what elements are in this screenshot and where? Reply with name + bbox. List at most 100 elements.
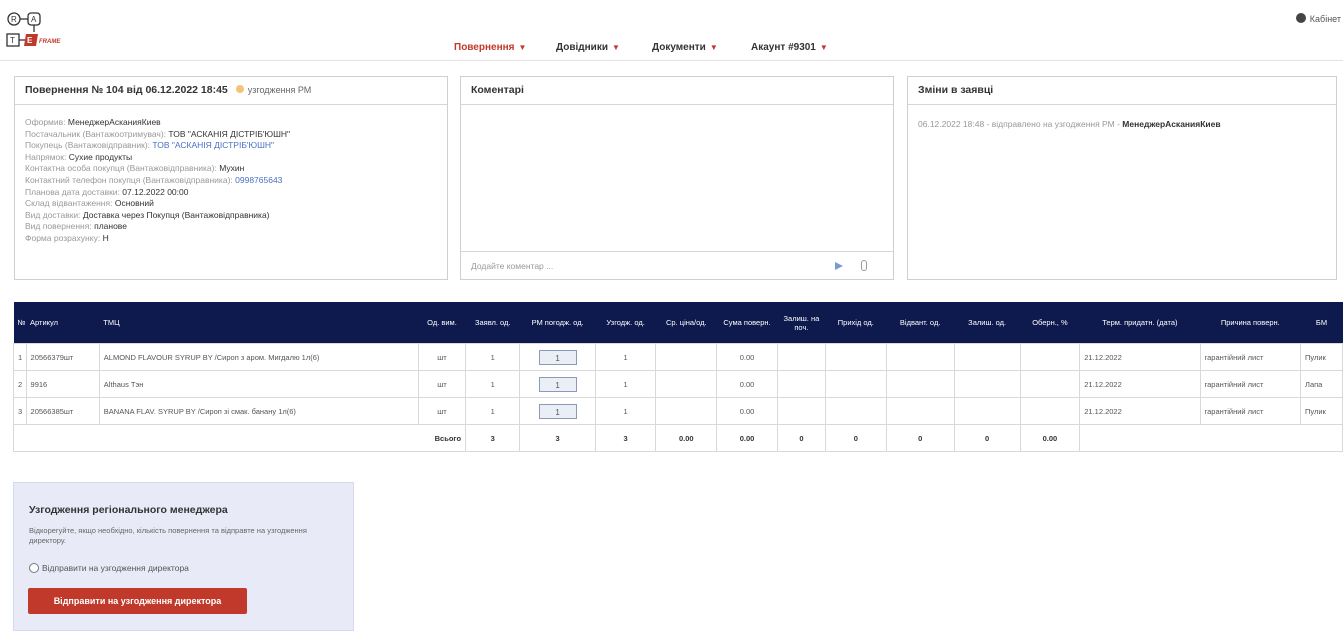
column-header: Од. вим. — [418, 302, 466, 344]
table-cell: шт — [417, 397, 467, 425]
comment-input[interactable]: Додайте коментар ... — [471, 261, 553, 271]
user-icon — [1295, 13, 1306, 23]
table-cell: 0 — [776, 424, 826, 452]
nav-documents[interactable]: Документи ▼ — [652, 42, 718, 53]
request-field: Оформив: МенеджерАсканияКиев — [25, 117, 437, 129]
send-to-director-radio[interactable]: Відправити на узгодження директора — [29, 563, 189, 573]
totals-row: Всього 3 3 3 0.00 0.00 0 0 0 0 0.00 — [12, 424, 1343, 452]
request-field: Контактний телефон покупця (Вантажовідпр… — [25, 175, 437, 187]
column-header: Причина поверн. — [1200, 302, 1301, 344]
field-value[interactable]: ТОВ "АСКАНІЯ ДІСТРІБ'ЮШН" — [152, 140, 274, 150]
table-cell: 0.00 — [655, 424, 718, 452]
table-cell: 1 — [465, 397, 521, 425]
svg-text:FRAME: FRAME — [39, 39, 61, 45]
table-cell: 1 — [465, 370, 521, 398]
column-header: Заявл. од. — [465, 302, 520, 344]
field-value[interactable]: 0998765643 — [235, 175, 282, 185]
table-cell: ALMOND FLAVOUR SYRUP BY /Сироп з аром. М… — [98, 343, 419, 371]
field-label: Оформив: — [25, 117, 66, 127]
table-row: 2 9916 Althaus Тэн шт 1 1 1 0.00 21.12.2022 гаран… — [13, 370, 1343, 398]
nav-directories[interactable]: Довідники ▼ — [556, 42, 620, 53]
table-cell: 0.00 — [1019, 424, 1081, 452]
table-cell: Althaus Тэн — [98, 370, 419, 398]
field-value: Мухин — [219, 163, 245, 174]
table-cell: гарантійний лист — [1199, 370, 1302, 398]
field-label: Планова дата доставки: — [25, 186, 120, 197]
rm-approved-cell: 1 — [519, 397, 596, 425]
paperclip-icon[interactable] — [861, 260, 867, 271]
send-icon[interactable] — [835, 262, 843, 270]
table-cell: 2 — [13, 370, 27, 398]
column-header: БМ — [1300, 302, 1343, 344]
table-cell: 3 — [465, 424, 521, 452]
radio-circle-icon[interactable] — [29, 563, 39, 573]
table-cell: 1 — [465, 343, 521, 371]
table-cell: 0 — [953, 424, 1021, 452]
field-label: Напрямок: — [25, 151, 67, 162]
table-cell: BANANA FLAV. SYRUP BY /Сироп зі смак. ба… — [98, 397, 419, 425]
table-cell: шт — [417, 370, 467, 398]
rm-quantity-input[interactable]: 1 — [538, 403, 577, 419]
rm-quantity-input[interactable]: 1 — [538, 349, 577, 365]
field-label: Контактний телефон покупця (Вантажовідпр… — [25, 174, 233, 185]
table-cell: 3 — [594, 424, 657, 452]
column-header: Залиш. на поч. — [777, 302, 826, 344]
table-cell: 3 — [13, 397, 27, 425]
table-cell: 1 — [594, 397, 657, 425]
column-header: № — [13, 302, 27, 344]
changes-title: Зміни в заявці — [908, 77, 1336, 105]
caret-down-icon: ▼ — [611, 43, 620, 52]
field-label: Склад відвантаження: — [25, 198, 113, 209]
table-cell — [776, 343, 826, 371]
table-cell: Лапа — [1300, 370, 1343, 398]
table-cell: 9916 — [25, 370, 100, 398]
field-value: планове — [94, 221, 127, 232]
approval-box: Узгодження регіонального менеджера Відко… — [13, 482, 354, 631]
rm-quantity-input[interactable]: 1 — [538, 376, 577, 392]
caret-down-icon: ▼ — [518, 43, 527, 52]
table-cell: 21.12.2022 — [1079, 397, 1201, 425]
comment-box: Додайте коментар ... — [461, 251, 893, 279]
field-label: Покупець (Вантажовідправник): — [25, 140, 151, 151]
changes-panel: Зміни в заявці 06.12.2022 18:48 - відпра… — [907, 76, 1337, 280]
table-cell: Пулик — [1300, 397, 1343, 425]
svg-text:E: E — [27, 36, 33, 45]
comments-title: Коментарі — [461, 77, 893, 105]
table-cell: 0.00 — [716, 424, 778, 452]
approval-description: Відкорегуйте, якщо необхідно, кількість … — [29, 526, 307, 545]
field-label: Постачальник (Вантажоотримувач): — [25, 128, 167, 139]
column-header: РМ погодж. од. — [519, 302, 596, 344]
nav-account[interactable]: Акаунт #9301 ▼ — [751, 42, 828, 53]
rate-frame-logo[interactable]: R A T E FRAME — [6, 12, 76, 52]
table-cell — [1019, 370, 1081, 398]
table-cell: шт — [417, 343, 467, 371]
table-cell — [953, 343, 1021, 371]
field-value: МенеджерАсканияКиев — [67, 117, 161, 127]
table-cell — [655, 343, 718, 371]
column-header: Ср. ціна/од. — [655, 302, 717, 344]
table-cell — [1019, 343, 1081, 371]
table-cell: 0.00 — [716, 397, 778, 425]
svg-text:T: T — [10, 36, 15, 45]
send-to-director-button[interactable]: Відправити на узгодження директора — [28, 588, 247, 614]
nav-returns[interactable]: Повернення ▼ — [454, 42, 526, 53]
column-header: Сума поверн. — [716, 302, 778, 344]
request-field: Вид повернення: планове — [25, 221, 437, 233]
table-cell: 20566379шт — [25, 343, 100, 371]
cabinet-link[interactable]: Кабінет — [1295, 13, 1341, 24]
table-cell: 1 — [594, 343, 657, 371]
change-entry: 06.12.2022 18:48 - відправлено на узгодж… — [918, 119, 1221, 129]
column-header: Терм. придатн. (дата) — [1079, 302, 1201, 344]
request-title: Повернення № 104 від 06.12.2022 18:45 узг… — [15, 77, 447, 105]
table-cell: гарантійний лист — [1199, 397, 1302, 425]
table-cell — [953, 397, 1021, 425]
table-cell — [1019, 397, 1081, 425]
table-cell — [1079, 424, 1343, 452]
table-row: 3 20566385шт BANANA FLAV. SYRUP BY /Сироп … — [13, 397, 1343, 425]
table-cell: 1 — [594, 370, 657, 398]
field-value: Доставка через Покупця (Вантажовідправни… — [82, 209, 270, 220]
table-cell — [885, 397, 955, 425]
table-cell: 0.00 — [716, 370, 778, 398]
field-value: ТОВ "АСКАНІЯ ДІСТРІБ'ЮШН" — [168, 128, 291, 139]
approval-title: Узгодження регіонального менеджера — [29, 504, 228, 516]
